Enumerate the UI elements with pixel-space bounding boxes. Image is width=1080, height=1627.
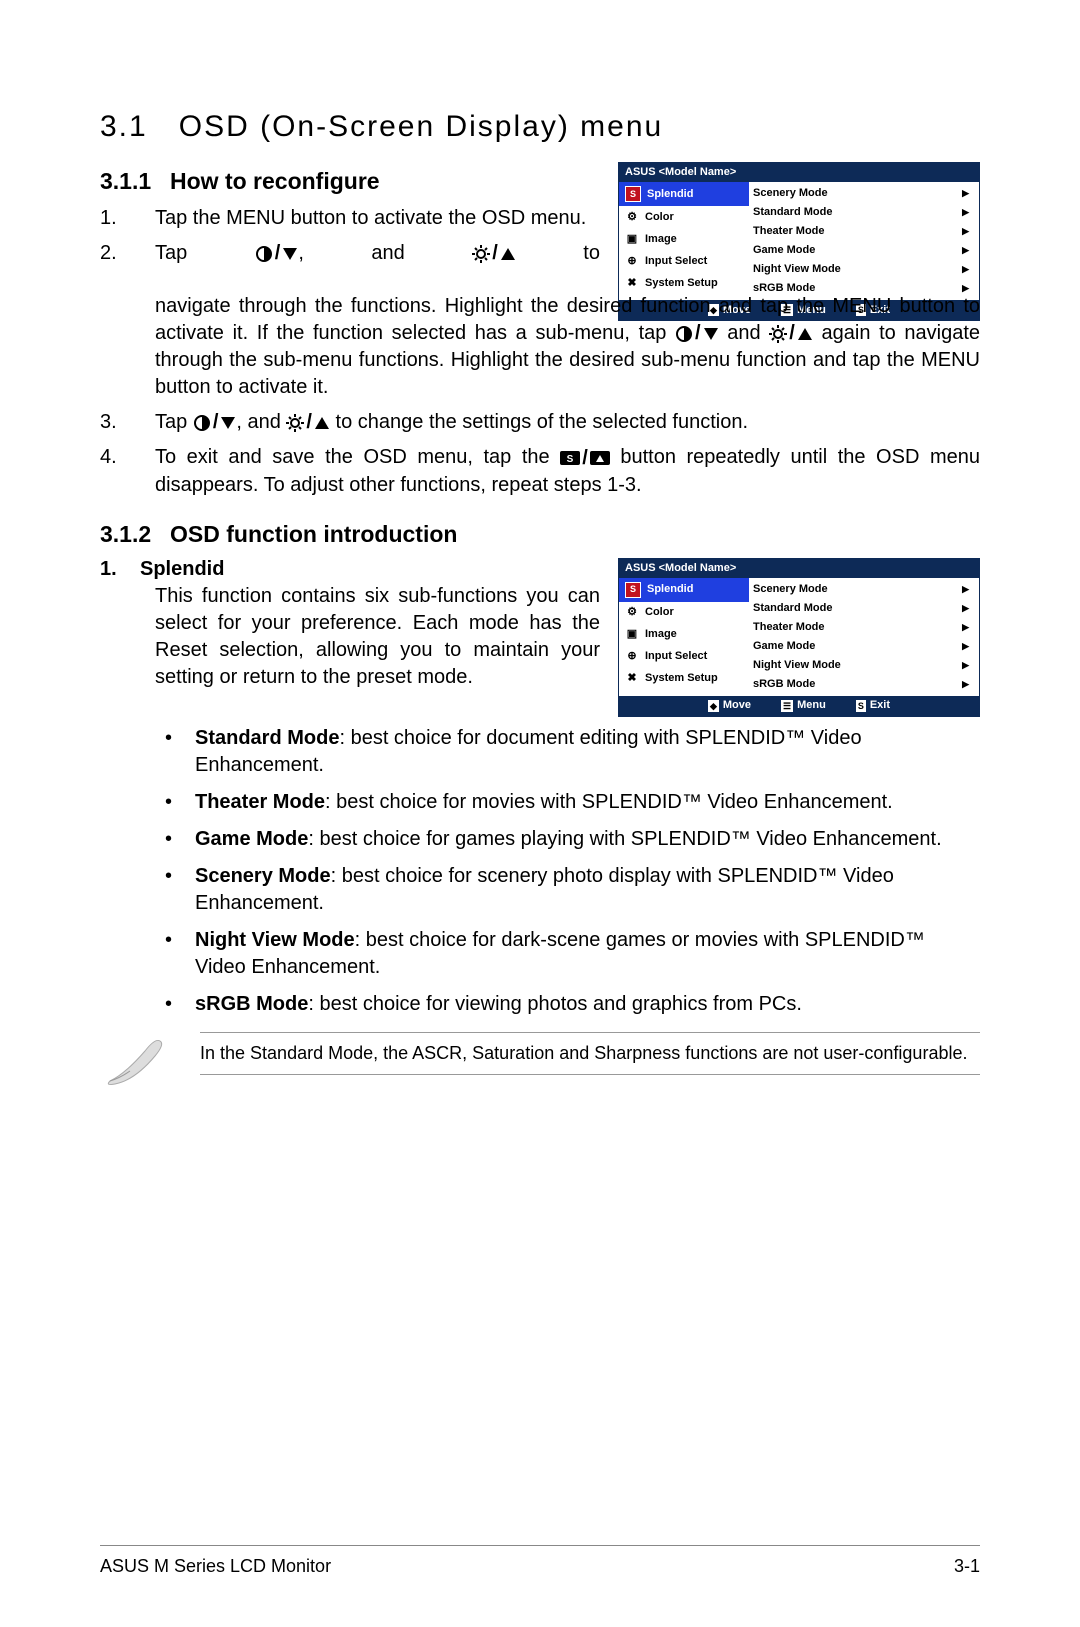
contrast-down-icon: / <box>193 409 237 436</box>
mode-bullets: Standard Mode: best choice for document … <box>155 725 980 1018</box>
splendid-body: This function contains six sub-functions… <box>100 583 600 691</box>
step-1: Tap the MENU button to activate the OSD … <box>100 205 600 232</box>
section-number: 3.1 <box>100 110 148 143</box>
note-block: In the Standard Mode, the ASCR, Saturati… <box>100 1032 980 1096</box>
image-icon: ▣ <box>625 232 639 246</box>
section-title: OSD (On-Screen Display) menu <box>179 110 663 143</box>
section-heading: 3.1 OSD (On-Screen Display) menu <box>100 110 980 144</box>
footer-right: 3-1 <box>954 1556 980 1577</box>
subsection-title-2: OSD function introduction <box>170 521 457 547</box>
subsection-number-2: 3.1.2 <box>100 521 170 548</box>
bullet-srgb: sRGB Mode: best choice for viewing photo… <box>155 991 980 1018</box>
page-footer: ASUS M Series LCD Monitor 3-1 <box>100 1545 980 1577</box>
input-icon: ⊕ <box>625 254 639 268</box>
brightness-up-icon: / <box>472 240 516 267</box>
bullet-scenery: Scenery Mode: best choice for scenery ph… <box>155 863 980 917</box>
bullet-nightview: Night View Mode: best choice for dark-sc… <box>155 927 980 981</box>
color-icon: ⚙ <box>625 210 639 224</box>
pen-icon <box>100 1032 180 1096</box>
brightness-up-icon: / <box>286 409 330 436</box>
splendid-heading: 1.Splendid <box>100 558 600 581</box>
svg-text:S: S <box>567 454 574 465</box>
bullet-standard: Standard Mode: best choice for document … <box>155 725 980 779</box>
bullet-game: Game Mode: best choice for games playing… <box>155 826 980 853</box>
osd-title: ASUS <Model Name> <box>619 163 979 182</box>
note-text: In the Standard Mode, the ASCR, Saturati… <box>200 1032 980 1075</box>
contrast-down-icon: / <box>255 240 299 267</box>
osd-left-menu: SSplendid ⚙Color ▣Image ⊕Input Select ✖S… <box>619 182 749 300</box>
subsection-heading: 3.1.1How to reconfigure <box>100 168 600 195</box>
step-4: To exit and save the OSD menu, tap the S… <box>100 444 980 498</box>
subsection-number: 3.1.1 <box>100 168 170 195</box>
setup-icon: ✖ <box>625 276 639 290</box>
osd-screenshot-2: ASUS <Model Name> SSplendid ⚙Color ▣Imag… <box>618 558 980 717</box>
splendid-icon: S <box>625 186 641 202</box>
brightness-up-icon: / <box>769 320 813 347</box>
footer-left: ASUS M Series LCD Monitor <box>100 1556 331 1577</box>
contrast-down-icon: / <box>675 320 719 347</box>
subsection-heading-2: 3.1.2OSD function introduction <box>100 521 980 548</box>
step-3: Tap /, and / to change the settings of t… <box>100 409 980 436</box>
step-2-cont: navigate through the functions. Highligh… <box>100 293 980 401</box>
subsection-title: How to reconfigure <box>170 168 380 194</box>
step-2-start: Tap /, and / to <box>100 240 600 267</box>
osd-right-menu: Scenery Mode▶ Standard Mode▶ Theater Mod… <box>749 182 979 300</box>
exit-button-icon: S/ <box>560 445 610 472</box>
bullet-theater: Theater Mode: best choice for movies wit… <box>155 789 980 816</box>
